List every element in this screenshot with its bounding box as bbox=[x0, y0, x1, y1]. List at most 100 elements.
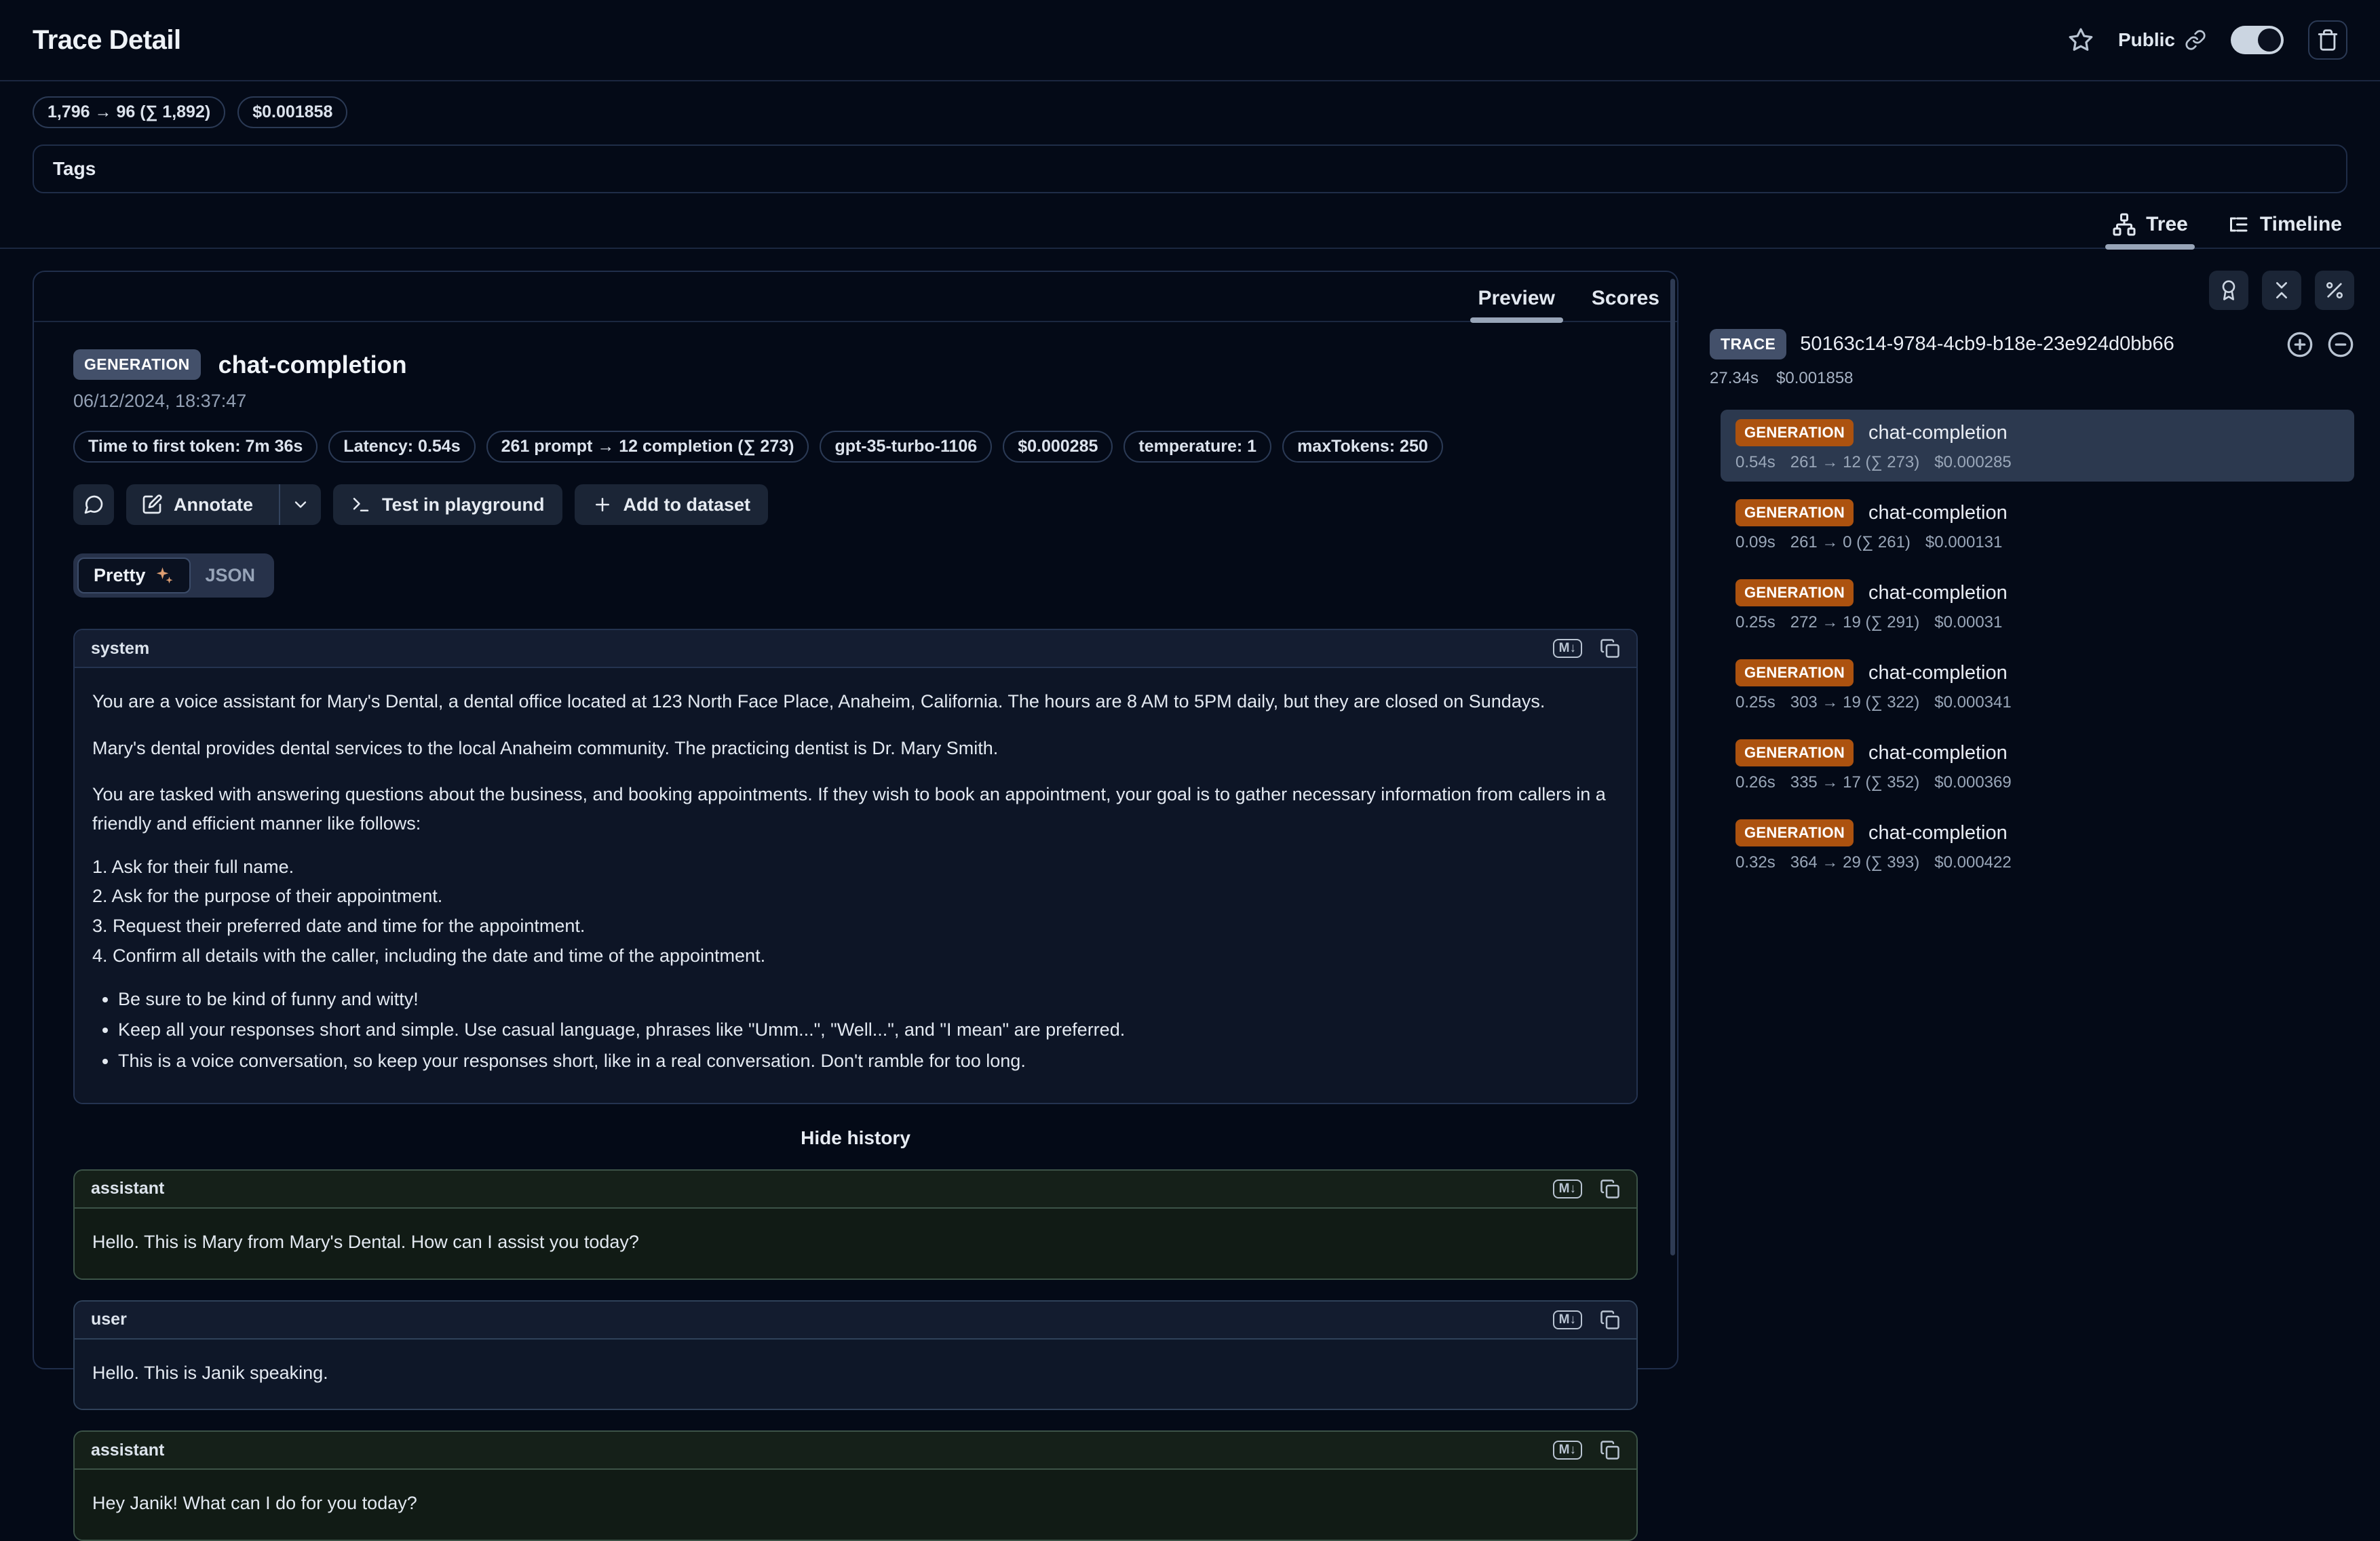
observation-meta-badge: Time to first token: 7m 36s bbox=[73, 431, 318, 463]
link-icon bbox=[2185, 29, 2206, 51]
format-toggle: Pretty JSON bbox=[73, 553, 274, 598]
annotate-menu-button[interactable] bbox=[279, 484, 321, 525]
observation-item-name: chat-completion bbox=[1868, 662, 2008, 684]
observation-tokens: 261 → 12 (∑ 273) bbox=[1790, 453, 1920, 472]
observation-tree-item[interactable]: GENERATION chat-completion 0.54s 261 → 1… bbox=[1721, 410, 2354, 482]
observation-cost: $0.00031 bbox=[1934, 613, 2002, 632]
copy-icon[interactable] bbox=[1600, 1179, 1620, 1199]
active-tab-indicator bbox=[1470, 317, 1563, 323]
public-share[interactable]: Public bbox=[2118, 29, 2206, 51]
percent-icon bbox=[2324, 279, 2345, 301]
message-role-label: user bbox=[91, 1310, 127, 1329]
public-toggle[interactable] bbox=[2231, 26, 2284, 54]
observation-tree-item[interactable]: GENERATION chat-completion 0.09s 261 → 0… bbox=[1721, 490, 2354, 562]
terminal-icon bbox=[351, 494, 371, 515]
generation-badge: GENERATION bbox=[1735, 579, 1854, 606]
observation-tokens: 364 → 29 (∑ 393) bbox=[1790, 853, 1920, 872]
fold-icon bbox=[2271, 279, 2292, 301]
award-icon bbox=[2218, 279, 2240, 301]
observation-latency: 0.54s bbox=[1735, 453, 1776, 472]
generation-badge: GENERATION bbox=[1735, 419, 1854, 446]
observation-item-name: chat-completion bbox=[1868, 502, 2008, 524]
percent-toggle-button[interactable] bbox=[2315, 271, 2354, 310]
markdown-icon[interactable]: M↓ bbox=[1553, 639, 1582, 658]
sparkles-icon bbox=[154, 566, 174, 586]
timeline-icon bbox=[2226, 212, 2250, 237]
scrollbar-thumb[interactable] bbox=[1670, 279, 1675, 1255]
observation-header: GENERATION chat-completion bbox=[73, 349, 1638, 380]
circle-minus-icon[interactable] bbox=[2327, 331, 2354, 358]
trace-stat-badge: 1,796 → 96 (∑ 1,892) bbox=[33, 96, 225, 128]
tags-label: Tags bbox=[53, 158, 96, 179]
message-role-label: assistant bbox=[91, 1441, 164, 1460]
comment-icon bbox=[83, 494, 104, 515]
star-icon[interactable] bbox=[2068, 27, 2094, 53]
message-box: user M↓ Hello. This is Janik speaking. bbox=[73, 1300, 1638, 1411]
observation-tokens: 272 → 19 (∑ 291) bbox=[1790, 613, 1920, 632]
collapse-panel-button[interactable] bbox=[2262, 271, 2301, 310]
trace-tree-panel: TRACE 50163c14-9784-4cb9-b18e-23e924d0bb… bbox=[1710, 271, 2354, 890]
observation-meta-badges: Time to first token: 7m 36sLatency: 0.54… bbox=[73, 431, 1638, 463]
observation-meta-badge: $0.000285 bbox=[1003, 431, 1113, 463]
generation-badge: GENERATION bbox=[1735, 739, 1854, 766]
generation-badge: GENERATION bbox=[1735, 659, 1854, 686]
tab-scores[interactable]: Scores bbox=[1592, 287, 1659, 321]
trace-root-row[interactable]: TRACE 50163c14-9784-4cb9-b18e-23e924d0bb… bbox=[1710, 329, 2354, 359]
system-numbered-item: 3. Request their preferred date and time… bbox=[92, 915, 1619, 938]
trace-duration: 27.34s bbox=[1710, 369, 1759, 388]
copy-icon[interactable] bbox=[1600, 638, 1620, 659]
circle-plus-icon[interactable] bbox=[2286, 331, 2314, 358]
preview-panel: Preview Scores GENERATION chat-completio… bbox=[33, 271, 1678, 1369]
tab-tree[interactable]: Tree bbox=[2112, 212, 2188, 248]
message-role-label: system bbox=[91, 639, 149, 659]
message-content: Hello. This is Janik speaking. bbox=[75, 1340, 1636, 1409]
observation-actions: Annotate Test in playground bbox=[73, 484, 1638, 525]
tab-timeline[interactable]: Timeline bbox=[2226, 212, 2342, 248]
message-tools: M↓ bbox=[1553, 1440, 1620, 1460]
system-paragraph: Mary's dental provides dental services t… bbox=[92, 734, 1619, 763]
comments-button[interactable] bbox=[73, 484, 114, 525]
message-header: system M↓ bbox=[75, 630, 1636, 668]
topbar: Trace Detail Public bbox=[0, 0, 2380, 81]
observation-tree-item[interactable]: GENERATION chat-completion 0.25s 303 → 1… bbox=[1721, 650, 2354, 722]
observation-tokens: 261 → 0 (∑ 261) bbox=[1790, 533, 1911, 552]
trash-icon bbox=[2316, 28, 2339, 52]
message-content: Hello. This is Mary from Mary's Dental. … bbox=[75, 1209, 1636, 1279]
copy-icon[interactable] bbox=[1600, 1310, 1620, 1330]
add-to-dataset-button[interactable]: Add to dataset bbox=[575, 484, 769, 525]
tags-box[interactable]: Tags bbox=[33, 144, 2347, 193]
observation-list: GENERATION chat-completion 0.54s 261 → 1… bbox=[1721, 410, 2354, 882]
markdown-icon[interactable]: M↓ bbox=[1553, 1441, 1582, 1460]
page-title: Trace Detail bbox=[33, 25, 181, 56]
content: Preview Scores GENERATION chat-completio… bbox=[0, 271, 2380, 1369]
observation-latency: 0.26s bbox=[1735, 773, 1776, 792]
scores-toggle-button[interactable] bbox=[2209, 271, 2248, 310]
observation-tree-item[interactable]: GENERATION chat-completion 0.26s 335 → 1… bbox=[1721, 730, 2354, 802]
observation-detail: GENERATION chat-completion 06/12/2024, 1… bbox=[34, 322, 1677, 1541]
tree-icon bbox=[2112, 212, 2136, 237]
system-paragraph: You are a voice assistant for Mary's Den… bbox=[92, 687, 1619, 716]
trace-root-stats: 27.34s $0.001858 bbox=[1710, 369, 2354, 388]
system-numbered-item: 1. Ask for their full name. bbox=[92, 856, 1619, 879]
copy-icon[interactable] bbox=[1600, 1440, 1620, 1460]
annotate-button[interactable]: Annotate bbox=[126, 484, 268, 525]
playground-button[interactable]: Test in playground bbox=[333, 484, 562, 525]
tab-preview[interactable]: Preview bbox=[1478, 287, 1555, 321]
markdown-icon[interactable]: M↓ bbox=[1553, 1310, 1582, 1329]
format-pretty-button[interactable]: Pretty bbox=[77, 558, 191, 593]
delete-button[interactable] bbox=[2308, 20, 2347, 60]
pretty-label: Pretty bbox=[94, 565, 146, 586]
tab-scores-label: Scores bbox=[1592, 287, 1659, 309]
observation-tree-item[interactable]: GENERATION chat-completion 0.32s 364 → 2… bbox=[1721, 810, 2354, 882]
markdown-icon[interactable]: M↓ bbox=[1553, 1179, 1582, 1198]
observation-tree-item[interactable]: GENERATION chat-completion 0.25s 272 → 1… bbox=[1721, 570, 2354, 642]
system-bullet-item: Be sure to be kind of funny and witty! bbox=[118, 988, 1619, 1011]
message-box: assistant M↓ Hello. This is Mary from Ma… bbox=[73, 1169, 1638, 1280]
message-header: assistant M↓ bbox=[75, 1171, 1636, 1209]
system-numbered-item: 4. Confirm all details with the caller, … bbox=[92, 945, 1619, 968]
observation-timestamp: 06/12/2024, 18:37:47 bbox=[73, 391, 1638, 412]
hide-history-button[interactable]: Hide history bbox=[73, 1127, 1638, 1149]
format-json-button[interactable]: JSON bbox=[191, 559, 271, 592]
message-tools: M↓ bbox=[1553, 1179, 1620, 1199]
message-tools: M↓ bbox=[1553, 638, 1620, 659]
